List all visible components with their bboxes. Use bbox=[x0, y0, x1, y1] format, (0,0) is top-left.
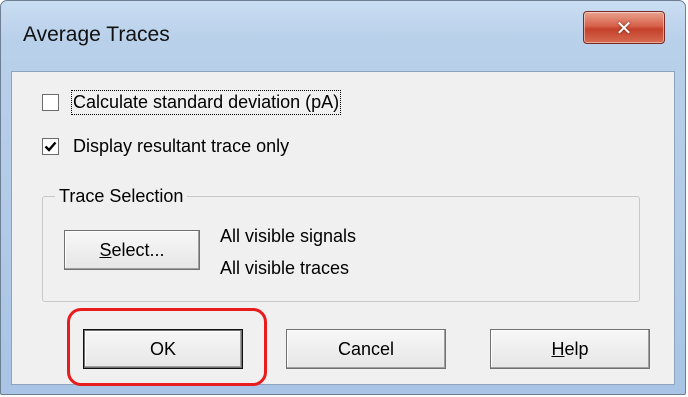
dialog-title: Average Traces bbox=[23, 23, 170, 46]
close-x-icon: ✕ bbox=[615, 15, 633, 40]
trace-selection-title: Trace Selection bbox=[55, 186, 188, 207]
select-button[interactable]: Select... bbox=[64, 230, 200, 270]
dialog-window: Average Traces ✕ Calculate standard devi… bbox=[0, 0, 686, 395]
select-button-label: Select... bbox=[99, 239, 165, 260]
checkmark-icon bbox=[44, 141, 57, 152]
calc-std-row[interactable]: Calculate standard deviation (pA) bbox=[42, 90, 342, 115]
cancel-button-label: Cancel bbox=[337, 338, 395, 359]
title-bar[interactable]: Average Traces ✕ bbox=[1, 1, 685, 73]
calc-std-label[interactable]: Calculate standard deviation (pA) bbox=[70, 90, 342, 115]
close-button[interactable]: ✕ bbox=[583, 11, 665, 44]
display-resultant-row[interactable]: Display resultant trace only bbox=[42, 136, 289, 157]
help-button-label: Help bbox=[551, 338, 589, 359]
help-button[interactable]: Help bbox=[490, 329, 650, 369]
display-resultant-checkbox[interactable] bbox=[42, 138, 59, 155]
calc-std-checkbox[interactable] bbox=[42, 94, 59, 111]
visible-traces-text: All visible traces bbox=[220, 258, 350, 278]
ok-highlight-annotation bbox=[67, 308, 267, 386]
cancel-button[interactable]: Cancel bbox=[286, 329, 446, 369]
display-resultant-label[interactable]: Display resultant trace only bbox=[73, 136, 289, 157]
dialog-client-area: Calculate standard deviation (pA) Displa… bbox=[11, 71, 675, 386]
visible-signals-text: All visible signals bbox=[220, 226, 357, 246]
